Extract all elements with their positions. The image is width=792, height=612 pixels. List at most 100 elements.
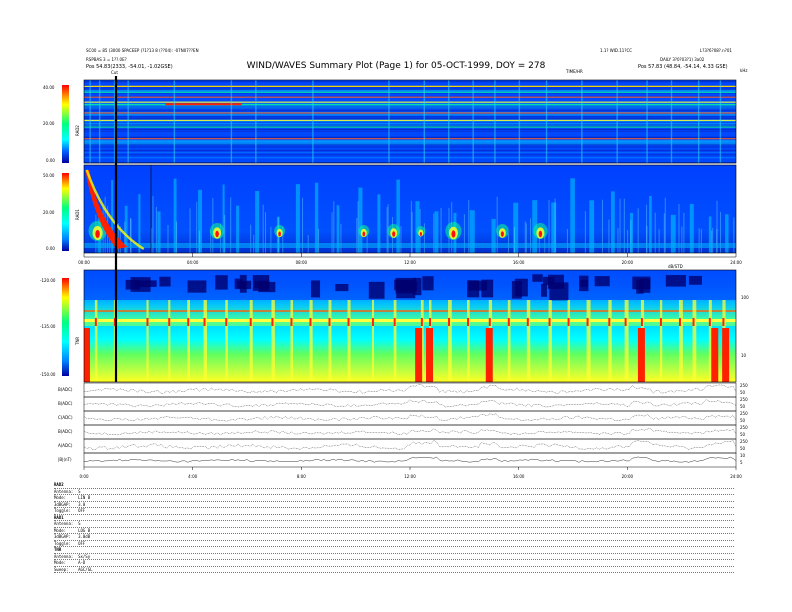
tnr-dark-patch	[239, 274, 247, 293]
tnr-right-tick-100: 100	[741, 295, 749, 300]
rad2-band-texture	[84, 118, 736, 120]
time-axis-label: 00:00	[78, 260, 90, 265]
rad1-burst-fine	[524, 221, 526, 253]
line-panel-frame	[83, 382, 737, 398]
rad2-band-texture	[84, 89, 736, 91]
rad1-burst	[570, 178, 575, 253]
tnr-dark-patch	[594, 276, 610, 287]
rad2-burst	[494, 80, 496, 163]
tnr-spike-core	[309, 318, 312, 326]
time-axis-label: 24:00	[730, 260, 742, 265]
rad2-band-texture	[84, 122, 736, 125]
tnr-plasma-line-lower	[84, 322, 736, 326]
tnr-dark-patch	[632, 276, 651, 290]
rad2-band-texture	[84, 114, 736, 116]
tnr-spike	[225, 300, 228, 382]
line-panel-right-tick: 50	[740, 432, 746, 437]
tnr-spike-core	[187, 318, 190, 326]
tnr-strong-event	[485, 328, 493, 382]
rad1-event-peak	[278, 231, 281, 237]
line-panel-label: B(ADC)	[58, 387, 73, 392]
line-panel-label: |B|(nT)	[58, 457, 72, 462]
right-header-line-1: 1.1? WID.11?CC	[600, 48, 632, 53]
line-panel-series	[83, 456, 737, 463]
tnr-spike-core	[488, 318, 491, 326]
rad1-burst-fine	[124, 221, 126, 253]
tnr-spike	[187, 300, 190, 382]
rad1-burst-fine	[176, 221, 178, 253]
bottom-time-axis: 0:00 4:00 8:00 12:00 16:00 20:00 24:00	[80, 467, 742, 479]
tnr-dark-patch	[514, 278, 528, 297]
tnr-dark-patch	[396, 280, 416, 299]
line-panel-right-tick: 250	[740, 411, 748, 416]
tnr-spike	[393, 300, 397, 382]
tnr-spike-core	[640, 318, 643, 326]
page-title: WIND/WAVES Summary Plot (Page 1) for 05-…	[247, 61, 546, 71]
tnr-strong-event	[415, 328, 423, 382]
rad2-band-texture	[84, 146, 736, 148]
tnr-spike	[567, 300, 571, 382]
rad1-colorbar-tick-bottom: 0.00	[46, 246, 55, 251]
tnr-dark-patch	[310, 280, 321, 298]
rad2-frequency-band	[84, 91, 736, 93]
rad1-event-peak	[500, 231, 504, 237]
tnr-dark-patch	[532, 274, 543, 282]
rad2-burst	[98, 80, 101, 163]
rad1-event-peak	[362, 231, 366, 237]
rad2-frequency-band	[84, 119, 736, 122]
tnr-strong-event	[637, 328, 645, 382]
tnr-dark-patch	[579, 275, 589, 292]
rad1-event-peak	[538, 230, 543, 238]
rad2-band-texture	[84, 113, 736, 115]
line-panel-frame	[83, 452, 737, 468]
rad2-band-texture	[84, 142, 736, 144]
rad1-burst-fine	[566, 228, 568, 253]
bottom-axis-label: 24:00	[730, 474, 742, 479]
tnr-spike	[203, 300, 207, 382]
rad1-event-peak	[215, 230, 219, 238]
tnr-colorbar-tick-bottom: -150.00	[40, 372, 56, 377]
line-panel-right-tick: 250	[740, 425, 748, 430]
line-panel-frame	[83, 438, 737, 454]
tnr-spike-core	[290, 318, 293, 326]
rad2-band-texture	[84, 116, 736, 118]
rad1-burst-fine	[700, 229, 702, 253]
rad1-burst	[295, 184, 300, 253]
tnr-spike-core	[567, 318, 570, 326]
time-axis: 00:00 04:00 08:00 12:00 16:00 20:00 24:00	[78, 253, 742, 265]
line-panel-series	[83, 427, 737, 435]
tnr-spike-core	[678, 318, 681, 326]
rad1-burst-fine	[250, 224, 252, 253]
tnr-spike-core	[203, 318, 206, 326]
rad2-band-texture	[84, 110, 736, 112]
tnr-dark-patch	[335, 283, 349, 292]
tnr-spike	[678, 300, 683, 382]
tnr-spike-core	[608, 318, 611, 326]
tnr-dark-patch	[665, 275, 686, 287]
line-panel-right-tick: 50	[740, 446, 746, 451]
tnr-spike	[146, 300, 149, 382]
rad2-colorbar-tick-bottom: 0.00	[46, 158, 55, 163]
rad1-burst-fine	[151, 228, 153, 253]
tnr-colorbar-tick-mid: -135.00	[40, 324, 56, 329]
tnr-spike	[692, 300, 697, 382]
tnr-dark-patch	[688, 275, 702, 285]
tnr-spike	[328, 300, 332, 382]
rad1-burst-fine	[514, 227, 516, 253]
tnr-spike-core	[507, 318, 510, 326]
time-axis-label: 16:00	[513, 260, 525, 265]
rad1-burst-fine	[658, 229, 660, 253]
rad2-burst	[312, 80, 314, 163]
tnr-dark-patch	[368, 281, 385, 299]
rad2-band-texture	[84, 109, 736, 111]
rad1-event-peak	[451, 230, 456, 238]
rad2-frequency-band	[84, 101, 736, 103]
cursor-label: Cut	[111, 70, 118, 75]
bottom-axis-label: 16:00	[513, 474, 525, 479]
right-header-line-2: L?3?6?08?.n?01	[700, 48, 732, 53]
tnr-dark-patch	[541, 283, 547, 297]
line-panel-frame	[83, 424, 737, 440]
rad2-burst	[127, 80, 129, 163]
tnr-spike	[271, 300, 275, 382]
tnr-spike-core	[94, 318, 97, 326]
